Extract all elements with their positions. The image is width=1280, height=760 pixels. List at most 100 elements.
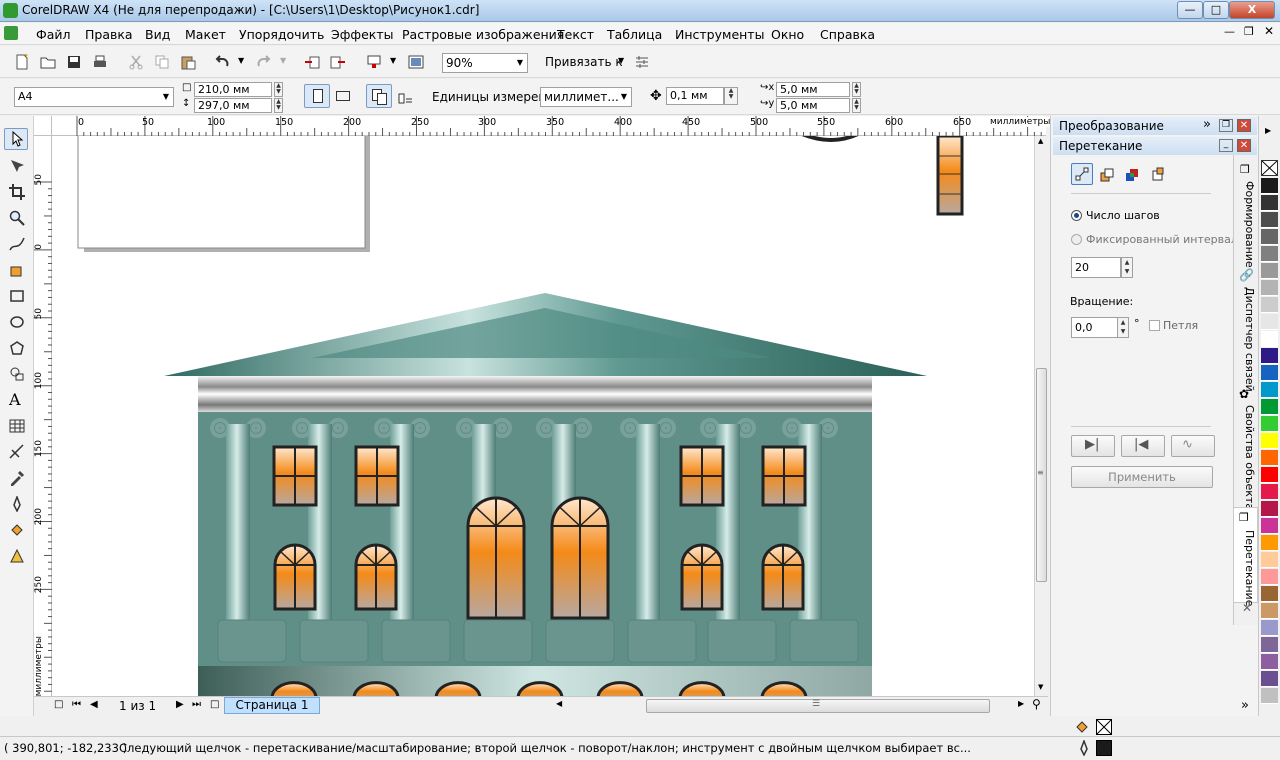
color-swatch[interactable] (1261, 331, 1278, 347)
color-swatch[interactable] (1261, 654, 1278, 670)
redo-dropdown-icon[interactable]: ▼ (280, 56, 286, 65)
tab-blend-active[interactable]: ❐ Перетекание (1234, 507, 1258, 606)
navigator-zoom-icon[interactable]: ⚲ (1032, 697, 1041, 711)
transform-docker-header[interactable]: Преобразование » ❐ ✕ (1053, 117, 1257, 135)
landscape-icon[interactable] (336, 91, 350, 101)
all-pages-button[interactable] (366, 84, 392, 108)
menu-window[interactable]: Окно (771, 27, 804, 42)
menu-layout[interactable]: Макет (185, 27, 226, 42)
page-width-field[interactable]: 210,0 мм (194, 82, 272, 97)
transform-close-icon[interactable]: ✕ (1237, 119, 1251, 132)
new-icon[interactable] (14, 54, 30, 70)
basic-shapes-icon[interactable] (9, 366, 25, 382)
blend-misc-icon[interactable] (1150, 167, 1166, 183)
options-icon[interactable] (634, 54, 650, 70)
properties-tab-icon[interactable]: ✿ (1239, 387, 1249, 401)
print-icon[interactable] (92, 54, 108, 70)
color-swatch[interactable] (1261, 229, 1278, 245)
color-swatch[interactable] (1261, 569, 1278, 585)
color-swatch[interactable] (1261, 501, 1278, 517)
link-tab-icon[interactable]: 🔗 (1239, 268, 1254, 282)
color-swatch[interactable] (1261, 552, 1278, 568)
color-swatch[interactable] (1261, 195, 1278, 211)
color-swatch[interactable] (1261, 450, 1278, 466)
redo-icon[interactable] (256, 54, 272, 70)
nudge-spinner[interactable]: ▲ ▼ (724, 87, 738, 105)
blend-close-icon[interactable]: ✕ (1237, 139, 1251, 152)
steps-field[interactable]: 20 (1071, 257, 1121, 278)
ellipse-tool-icon[interactable] (9, 314, 25, 330)
color-swatch[interactable] (1261, 688, 1278, 704)
next-page-icon[interactable]: ▶ (176, 699, 184, 710)
tab-close-icon[interactable]: ✕ (1242, 601, 1252, 615)
color-swatch[interactable] (1261, 382, 1278, 398)
color-swatch[interactable] (1261, 467, 1278, 483)
color-swatch[interactable] (1261, 178, 1278, 194)
menu-effects[interactable]: Эффекты (331, 27, 394, 42)
shape-tool-icon[interactable] (9, 158, 25, 174)
menu-help[interactable]: Справка (820, 27, 875, 42)
maximize-button[interactable]: □ (1203, 1, 1229, 19)
portrait-button[interactable] (304, 84, 330, 108)
horizontal-ruler[interactable]: 0 50 100 150 200 250 300 350 400 450 500… (34, 116, 1051, 136)
copy-icon[interactable] (154, 54, 170, 70)
end-object-button[interactable]: |◀ (1121, 435, 1165, 457)
color-swatch[interactable] (1261, 620, 1278, 636)
no-color-swatch[interactable] (1261, 160, 1278, 176)
scroll-down-icon[interactable]: ▼ (1038, 683, 1043, 691)
start-object-button[interactable]: ▶| (1071, 435, 1115, 457)
page-tab[interactable]: Страница 1 (224, 697, 320, 714)
save-icon[interactable] (66, 54, 82, 70)
polygon-tool-icon[interactable] (9, 340, 25, 356)
nudge-field[interactable]: 0,1 мм (666, 87, 724, 105)
ruler-origin[interactable] (34, 116, 52, 136)
apply-button[interactable]: Применить (1071, 466, 1213, 488)
path-button[interactable]: ∿ (1171, 435, 1215, 457)
blend-accel-icon[interactable] (1099, 167, 1115, 183)
blend-docker-header[interactable]: Перетекание _ ✕ (1053, 137, 1257, 155)
export-icon[interactable] (330, 54, 346, 70)
snap-to-button[interactable]: Привязать к (545, 55, 623, 69)
snap-dropdown-icon[interactable]: ▼ (618, 56, 624, 65)
doc-close-icon[interactable]: ✕ (1264, 24, 1274, 38)
outline-color-black[interactable] (1096, 740, 1112, 756)
dimension-tool-icon[interactable] (9, 444, 25, 460)
freehand-tool-icon[interactable] (9, 236, 25, 252)
zoom-select[interactable]: 90% ▼ (442, 53, 528, 73)
menu-arrange[interactable]: Упорядочить (239, 27, 324, 42)
import-icon[interactable] (304, 54, 320, 70)
loop-checkbox[interactable] (1149, 320, 1160, 331)
menu-bitmaps[interactable]: Растровые изображения (402, 27, 564, 42)
page-size-select[interactable]: A4 ▼ (14, 87, 174, 107)
hscroll-left-icon[interactable]: ◀ (556, 699, 562, 708)
color-swatch[interactable] (1261, 314, 1278, 330)
blend-steps-tab[interactable] (1071, 163, 1093, 185)
crop-tool-icon[interactable] (9, 184, 25, 200)
blend-minimize-icon[interactable]: _ (1219, 139, 1233, 152)
color-swatch[interactable] (1261, 365, 1278, 381)
tab-link-manager[interactable]: Диспетчер связей (1236, 287, 1256, 392)
steps-radio[interactable] (1071, 210, 1082, 221)
rotation-spinner[interactable]: ▲ ▼ (1117, 317, 1129, 338)
color-swatch[interactable] (1261, 297, 1278, 313)
page-width-spinner[interactable]: ▲ ▼ (274, 82, 283, 97)
color-swatch[interactable] (1261, 348, 1278, 364)
add-page-before-icon[interactable]: □ (54, 699, 63, 710)
zoom-tool-icon[interactable] (9, 210, 25, 226)
steps-spinner[interactable]: ▲ ▼ (1121, 257, 1133, 278)
rotation-field[interactable]: 0,0 (1071, 317, 1119, 338)
color-swatch[interactable] (1261, 586, 1278, 602)
color-swatch[interactable] (1261, 246, 1278, 262)
drawing-canvas[interactable] (52, 136, 1034, 696)
interactive-fill-icon[interactable] (9, 548, 25, 564)
app-launcher-icon[interactable] (366, 54, 382, 70)
menu-tools[interactable]: Инструменты (675, 27, 764, 42)
pick-tool[interactable] (4, 128, 28, 150)
open-icon[interactable] (40, 54, 56, 70)
duplicate-y-spinner[interactable]: ▲ ▼ (852, 98, 861, 113)
palette-scroll-up-icon[interactable]: ▶ (1265, 126, 1271, 135)
menu-edit[interactable]: Правка (85, 27, 133, 42)
undo-icon[interactable] (214, 54, 230, 70)
blend-color-icon[interactable] (1124, 167, 1140, 183)
duplicate-x-spinner[interactable]: ▲ ▼ (852, 82, 861, 97)
